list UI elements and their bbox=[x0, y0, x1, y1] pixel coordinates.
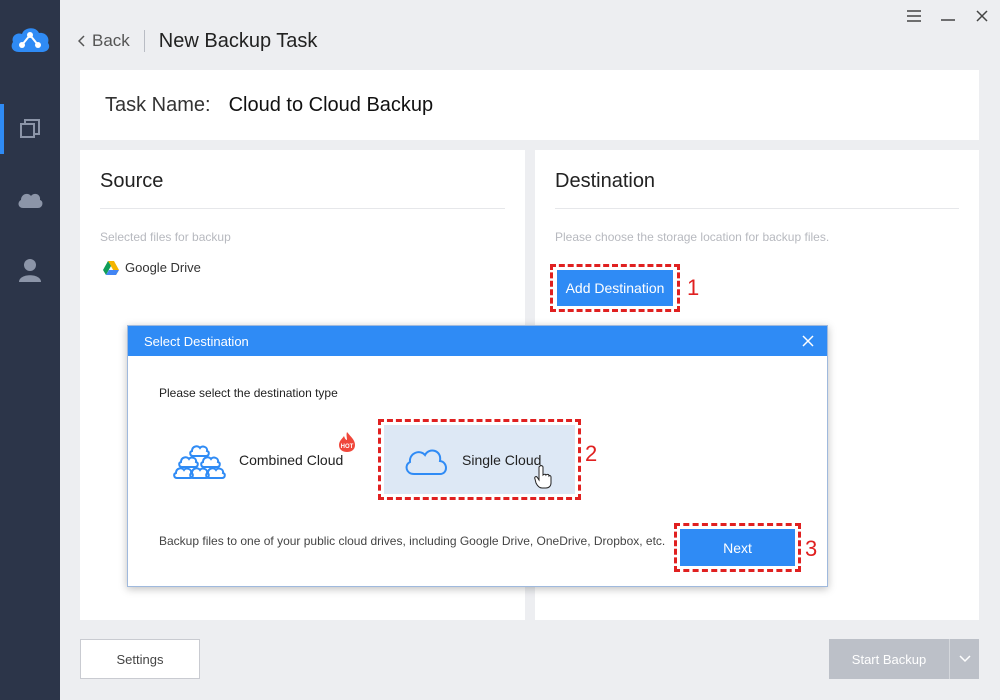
next-button[interactable]: Next bbox=[680, 529, 795, 566]
sidebar-item-account[interactable] bbox=[0, 245, 60, 295]
chevron-left-icon bbox=[78, 35, 85, 47]
source-title: Source bbox=[100, 170, 164, 192]
google-drive-icon bbox=[103, 260, 119, 275]
minimize-icon bbox=[941, 19, 955, 21]
highlight-box: Single Cloud bbox=[378, 419, 581, 500]
step-marker: 3 bbox=[805, 536, 818, 561]
cloud-icon bbox=[18, 193, 43, 208]
start-backup-dropdown[interactable] bbox=[950, 639, 979, 679]
add-destination-button[interactable]: Add Destination bbox=[557, 270, 673, 306]
dialog-description: Backup files to one of your public cloud… bbox=[159, 534, 666, 548]
chevron-down-icon bbox=[958, 655, 971, 663]
divider bbox=[143, 30, 145, 52]
topbar: Back New Backup Task bbox=[78, 26, 317, 56]
highlight-box: Add Destination bbox=[550, 264, 680, 312]
close-icon bbox=[802, 335, 814, 347]
settings-button[interactable]: Settings bbox=[80, 639, 200, 679]
minimize-button[interactable] bbox=[938, 6, 958, 26]
divider bbox=[100, 208, 505, 209]
option-combined-label: Combined Cloud bbox=[239, 452, 344, 468]
start-backup-label: Start Backup bbox=[851, 651, 927, 667]
option-single-cloud[interactable]: Single Cloud bbox=[384, 425, 575, 494]
dialog-title: Select Destination bbox=[144, 333, 249, 349]
source-item-google-drive[interactable]: Google Drive bbox=[103, 260, 201, 275]
task-name-field[interactable]: Cloud to Cloud Backup bbox=[229, 94, 434, 117]
hot-badge: HOT bbox=[339, 432, 355, 452]
hot-badge-label: HOT bbox=[341, 444, 354, 450]
step-marker: 1 bbox=[687, 275, 700, 300]
back-button[interactable]: Back bbox=[78, 31, 130, 51]
sidebar bbox=[0, 0, 60, 700]
task-name-label: Task Name: bbox=[105, 93, 211, 116]
task-name-panel: Task Name: Cloud to Cloud Backup bbox=[80, 70, 979, 140]
highlight-box: Next bbox=[674, 523, 801, 572]
cloud-network-logo-icon bbox=[11, 28, 50, 52]
dialog-header: Select Destination bbox=[128, 326, 827, 356]
user-icon bbox=[19, 259, 41, 282]
dialog-close-button[interactable] bbox=[799, 332, 817, 350]
destination-hint: Please choose the storage location for b… bbox=[555, 230, 830, 244]
source-hint: Selected files for backup bbox=[100, 230, 231, 244]
dialog-prompt: Please select the destination type bbox=[159, 386, 338, 400]
menu-icon bbox=[907, 10, 921, 22]
back-label: Back bbox=[92, 31, 130, 50]
menu-button[interactable] bbox=[904, 6, 924, 26]
select-destination-dialog: Select Destination Please select the des… bbox=[127, 325, 828, 587]
option-combined-cloud[interactable]: Combined Cloud HOT bbox=[173, 432, 373, 484]
page-title: New Backup Task bbox=[158, 29, 318, 52]
single-cloud-icon bbox=[405, 448, 447, 475]
window-controls bbox=[904, 6, 992, 26]
destination-title: Destination bbox=[555, 170, 656, 192]
copy-backup-icon bbox=[20, 119, 40, 138]
hand-cursor-icon bbox=[534, 465, 552, 489]
sidebar-item-backup[interactable] bbox=[0, 104, 60, 154]
divider bbox=[555, 208, 959, 209]
sidebar-item-cloud[interactable] bbox=[0, 175, 60, 225]
step-marker: 2 bbox=[585, 441, 598, 466]
close-icon bbox=[976, 10, 988, 22]
combined-cloud-icon bbox=[173, 445, 226, 479]
close-window-button[interactable] bbox=[972, 6, 992, 26]
start-backup-button[interactable]: Start Backup bbox=[829, 639, 979, 679]
source-item-label: Google Drive bbox=[125, 260, 201, 275]
option-single-label: Single Cloud bbox=[462, 451, 542, 468]
